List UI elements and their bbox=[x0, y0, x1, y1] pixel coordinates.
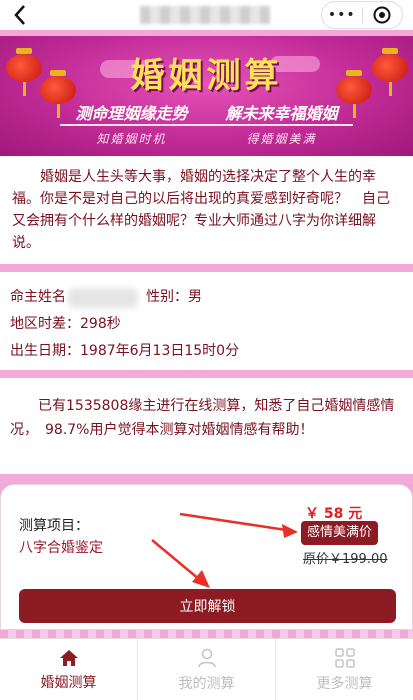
tab-marriage-reading[interactable]: 婚姻测算 bbox=[0, 639, 138, 700]
banner-subtitle: 知婚姻时机 得婚姻美满 bbox=[0, 130, 413, 147]
stats-panel: 已有1535808缘主进行在线测算，知悉了自己婚姻情感情况， 98.7%用户觉得… bbox=[0, 378, 413, 474]
original-price: 原价￥199.00 bbox=[303, 552, 388, 567]
grid-icon bbox=[334, 647, 355, 668]
purchase-sheet: 测算项目： 八字合婚鉴定 ￥ 58 元 感情美满价 原价￥199.00 立即解锁 bbox=[0, 484, 413, 630]
item-value: 八字合婚鉴定 bbox=[19, 540, 103, 556]
birth-row: 出生日期： 1987年6月13日15时0分 bbox=[10, 338, 403, 365]
target-ring-icon[interactable] bbox=[362, 6, 402, 24]
banner-slogan-left: 测命理姻缘走势 bbox=[75, 104, 188, 123]
tab-my-readings[interactable]: 我的测算 bbox=[138, 639, 276, 700]
tab-label: 更多测算 bbox=[316, 675, 373, 692]
chevron-left-icon bbox=[14, 5, 25, 25]
region-value: 298秒 bbox=[80, 316, 121, 332]
tab-more-readings[interactable]: 更多测算 bbox=[276, 639, 413, 700]
intro-panel: 婚姻是人生头等大事，婚姻的选择决定了整个人生的幸福。你是不是对自己的以后将出现的… bbox=[0, 156, 413, 264]
top-nav-bar: ••• bbox=[0, 0, 413, 30]
name-gender-row: 命主姓名 性别： 男 bbox=[10, 284, 403, 311]
region-label: 地区时差： bbox=[10, 316, 80, 332]
birth-label: 出生日期： bbox=[10, 343, 80, 359]
banner-title: 婚姻测算 bbox=[130, 56, 283, 96]
tab-label: 婚姻测算 bbox=[40, 674, 97, 691]
more-dots-icon[interactable]: ••• bbox=[322, 7, 362, 23]
intro-text: 婚姻是人生头等大事，婚姻的选择决定了整个人生的幸福。你是不是对自己的以后将出现的… bbox=[12, 169, 390, 251]
region-row: 地区时差： 298秒 bbox=[10, 311, 403, 338]
gender-value: 男 bbox=[188, 289, 202, 305]
banner-slogan: 测命理姻缘走势 解未来幸福婚姻 bbox=[0, 100, 413, 124]
banner-sub-right: 得婚姻美满 bbox=[246, 132, 317, 146]
banner-sub-left: 知婚姻时机 bbox=[96, 132, 167, 146]
stats-text: 已有1535808缘主进行在线测算，知悉了自己婚姻情感情况， 98.7%用户觉得… bbox=[10, 398, 395, 438]
item-label: 测算项目： bbox=[19, 518, 89, 534]
price-badge: 感情美满价 bbox=[301, 521, 379, 545]
price-value: ￥ 58 元 bbox=[305, 506, 363, 522]
back-button[interactable] bbox=[0, 0, 40, 30]
birth-value: 1987年6月13日15时0分 bbox=[80, 343, 240, 359]
name-value-blurred bbox=[68, 287, 138, 308]
name-label: 命主姓名 bbox=[10, 289, 66, 305]
user-info-panel: 命主姓名 性别： 男 地区时差： 298秒 出生日期： 1987年6月13日15… bbox=[0, 272, 413, 370]
tab-label: 我的测算 bbox=[178, 675, 235, 692]
gender-label: 性别： bbox=[146, 289, 188, 305]
banner-divider bbox=[60, 124, 353, 126]
user-icon bbox=[197, 648, 216, 667]
bottom-tab-bar: 婚姻测算 我的测算 更多测算 bbox=[0, 638, 413, 700]
section-divider bbox=[0, 474, 413, 484]
footer-decoration bbox=[0, 630, 413, 638]
hero-banner: 婚姻测算 测命理姻缘走势 解未来幸福婚姻 知婚姻时机 得婚姻美满 bbox=[0, 36, 413, 156]
banner-slogan-right: 解未来幸福婚姻 bbox=[225, 104, 338, 123]
unlock-button[interactable]: 立即解锁 bbox=[19, 589, 396, 623]
mini-program-capsule: ••• bbox=[321, 1, 403, 29]
page-title-blurred bbox=[140, 6, 270, 24]
home-icon bbox=[59, 649, 78, 666]
